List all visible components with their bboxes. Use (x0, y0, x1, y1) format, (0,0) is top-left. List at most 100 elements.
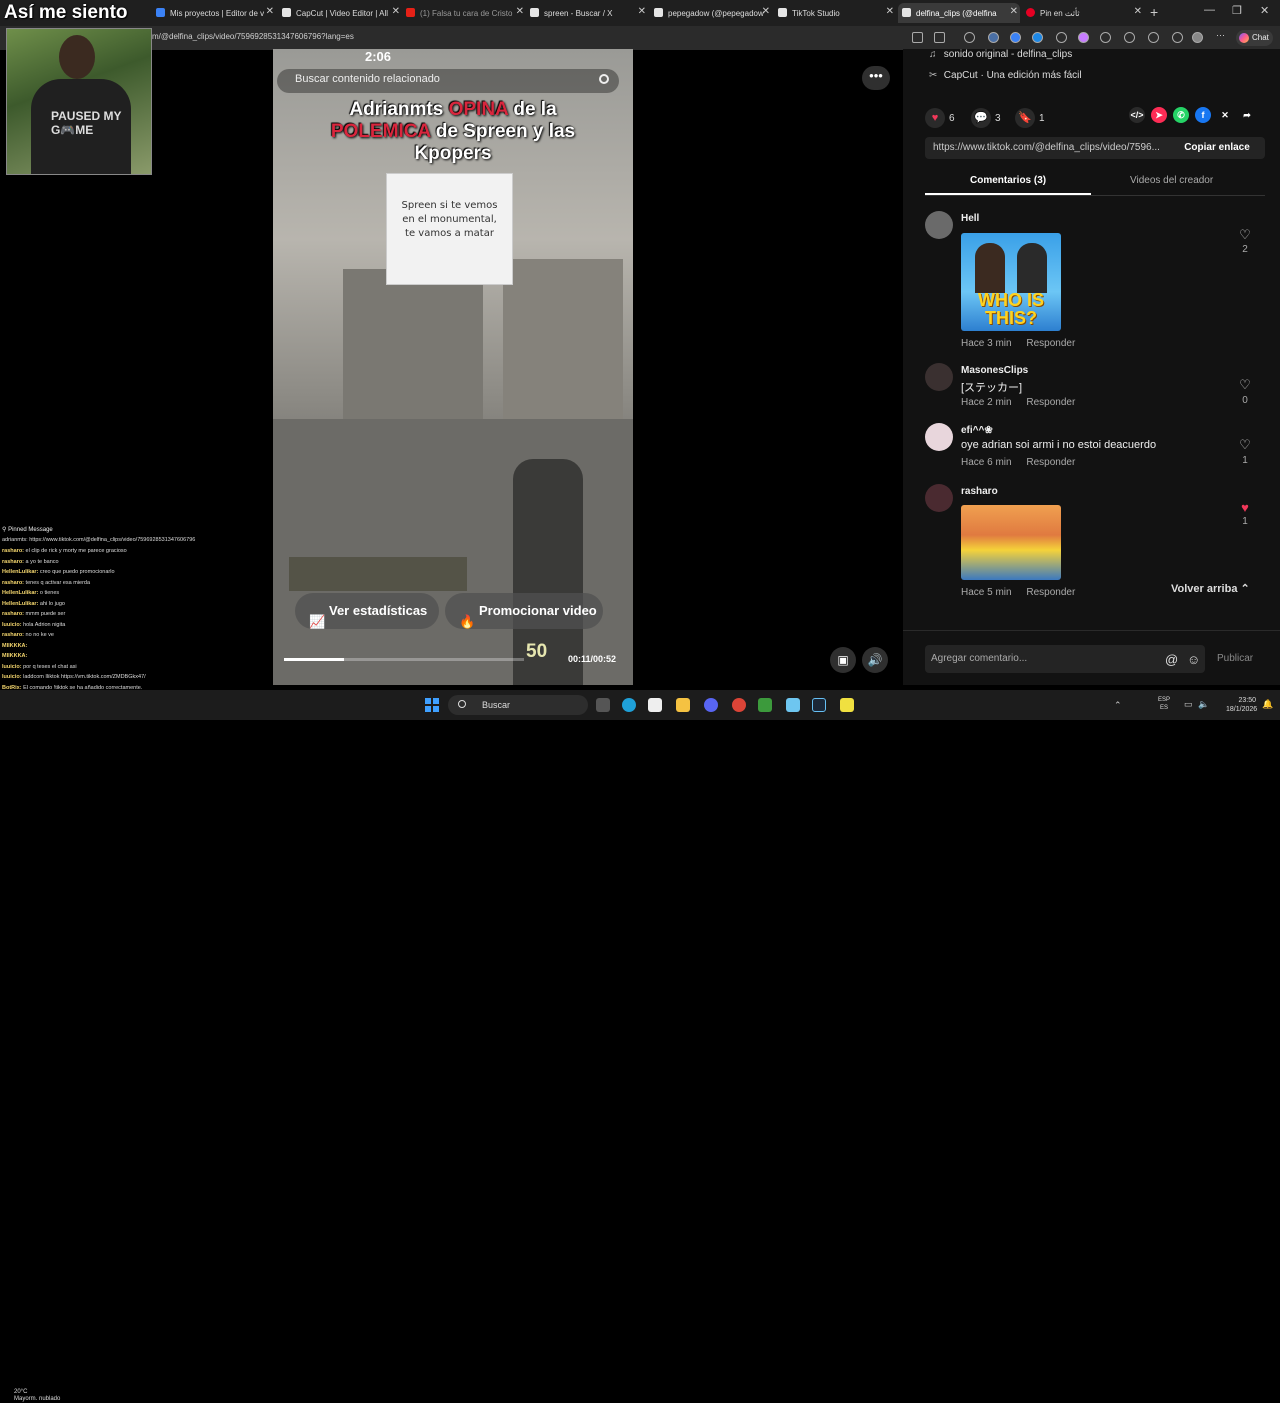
network-icon[interactable]: ▭ (1184, 699, 1193, 710)
back-to-top-button[interactable]: Volver arriba ⌃ (1171, 582, 1250, 595)
file-explorer-icon[interactable] (676, 698, 690, 712)
chat-username[interactable]: rasharo: (2, 548, 24, 554)
comment-sticker-image[interactable] (961, 505, 1061, 580)
app-icon[interactable] (840, 698, 854, 712)
publish-button[interactable]: Publicar (1217, 653, 1253, 664)
favorites-icon[interactable] (1148, 32, 1159, 43)
close-icon[interactable]: ✕ (516, 6, 524, 17)
avatar[interactable] (925, 423, 953, 451)
tab-tiktok-studio[interactable]: TikTok Studio ✕ (774, 3, 896, 23)
search-icon[interactable] (599, 74, 609, 84)
reply-button[interactable]: Responder (1026, 397, 1075, 408)
discord-icon[interactable] (704, 698, 718, 712)
tab-mis-proyectos[interactable]: Mis proyectos | Editor de v ✕ (152, 3, 276, 23)
chat-username[interactable]: HellenLulikar: (2, 601, 38, 607)
share-arrow-icon[interactable]: ➦ (1239, 107, 1255, 123)
close-icon[interactable]: ✕ (638, 6, 646, 17)
tab-capcut[interactable]: CapCut | Video Editor | All ✕ (278, 3, 402, 23)
video-progress-bar[interactable] (284, 658, 524, 661)
like-action[interactable]: ♥ 6 (925, 108, 955, 128)
tab-comments[interactable]: Comentarios (3) (970, 175, 1046, 186)
translate-icon[interactable] (912, 32, 923, 43)
notepad-icon[interactable] (786, 698, 800, 712)
chat-username[interactable]: rasharo: (2, 559, 24, 565)
reply-button[interactable]: Responder (1026, 338, 1075, 349)
comment-sticker-image[interactable]: WHO IS THIS? (961, 233, 1061, 331)
close-icon[interactable]: ✕ (392, 6, 400, 17)
more-options-button[interactable]: ••• (862, 66, 890, 90)
profile-avatar-icon[interactable] (1192, 32, 1203, 43)
chat-username[interactable]: HellenLulikar: (2, 590, 38, 596)
chrome-icon[interactable] (732, 698, 746, 712)
promote-video-button[interactable]: 🔥 Promocionar video (445, 593, 603, 629)
save-action[interactable]: 🔖 1 (1015, 108, 1045, 128)
share-icon[interactable] (934, 32, 945, 43)
chat-username[interactable]: rasharo: (2, 632, 24, 638)
task-view-icon[interactable] (596, 698, 610, 712)
video-link[interactable]: https://www.tiktok.com/@delfina_clips/vi… (933, 142, 1169, 153)
whatsapp-icon[interactable]: ✆ (1173, 107, 1189, 123)
comment-username[interactable]: Hell (961, 213, 979, 224)
tab-pepegadow[interactable]: pepegadow (@pepegadow ✕ (650, 3, 772, 23)
extension-icon[interactable] (1032, 32, 1043, 43)
tab-x-search[interactable]: spreen - Buscar / X ✕ (526, 3, 648, 23)
taskbar-clock[interactable]: 23:50 18/1/2026 (1226, 696, 1257, 714)
chat-username[interactable]: MIIKKKA: (2, 643, 27, 649)
chevron-up-icon[interactable]: ⌃ (1114, 700, 1124, 710)
maximize-button[interactable]: ❐ (1232, 4, 1242, 17)
menu-dots-icon[interactable]: ⋯ (1216, 30, 1227, 41)
taskbar-search-box[interactable]: Buscar (448, 695, 588, 715)
extension-icon[interactable] (1100, 32, 1111, 43)
pip-button[interactable]: ▣ (830, 647, 856, 673)
copilot-chat-button[interactable]: Chat (1236, 30, 1273, 46)
store-icon[interactable] (648, 698, 662, 712)
chat-username[interactable]: luuicio: (2, 622, 22, 628)
minimize-button[interactable]: — (1204, 4, 1215, 16)
sound-info[interactable]: ♫ sonido original - delfina_clips (929, 49, 1072, 60)
chat-username[interactable]: luuicio: (2, 664, 22, 670)
comment-liked-icon[interactable]: ♥ (1237, 500, 1253, 515)
close-icon[interactable]: ✕ (886, 6, 894, 17)
extension-icon[interactable] (1010, 32, 1021, 43)
avatar[interactable] (925, 211, 953, 239)
reply-button[interactable]: Responder (1026, 457, 1075, 468)
send-icon[interactable]: ➤ (1151, 107, 1167, 123)
copy-link-button[interactable]: Copiar enlace (1173, 137, 1261, 159)
close-icon[interactable]: ✕ (266, 6, 274, 17)
volume-button[interactable]: 🔊 (862, 647, 888, 673)
x-icon[interactable]: ✕ (1217, 107, 1233, 123)
windows-start-icon[interactable] (425, 698, 439, 712)
capcut-info[interactable]: ✂ CapCut · Una edición más fácil (929, 70, 1082, 81)
comment-username[interactable]: efi^^❀ (961, 425, 993, 436)
emoji-icon[interactable]: ☺ (1187, 652, 1200, 667)
edge-icon[interactable] (622, 698, 636, 712)
extension-icon[interactable] (988, 32, 999, 43)
tab-pinterest[interactable]: Pin en ثأثث ✕ (1022, 3, 1144, 23)
comment-like-icon[interactable]: ♡ (1237, 437, 1253, 453)
facebook-icon[interactable]: f (1195, 107, 1211, 123)
reply-button[interactable]: Responder (1026, 587, 1075, 598)
chat-username[interactable]: MIIKKKA: (2, 653, 27, 659)
new-tab-button[interactable]: + (1150, 4, 1158, 20)
chat-username[interactable]: HellenLulikar: (2, 569, 38, 575)
add-comment-input[interactable]: Agregar comentario... (925, 645, 1205, 673)
steam-icon[interactable] (812, 698, 826, 712)
comment-action[interactable]: 💬 3 (971, 108, 1001, 128)
speaker-icon[interactable]: 🔈 (1198, 699, 1209, 710)
avatar[interactable] (925, 484, 953, 512)
puzzle-icon[interactable] (1124, 32, 1135, 43)
notification-icon[interactable]: 🔔 (1262, 699, 1273, 710)
close-icon[interactable]: ✕ (1010, 6, 1018, 17)
close-icon[interactable]: ✕ (1134, 6, 1142, 17)
comment-like-icon[interactable]: ♡ (1237, 377, 1253, 393)
url-input[interactable]: m/@delfina_clips/video/75969285313476067… (152, 32, 354, 41)
tab-youtube[interactable]: (1) Falsa tu cara de Cristo ✕ (402, 3, 526, 23)
close-window-button[interactable]: ✕ (1260, 4, 1269, 17)
avatar[interactable] (925, 363, 953, 391)
tab-delfina-clips[interactable]: delfina_clips (@delfina ✕ (898, 3, 1020, 23)
chat-username[interactable]: rasharo: (2, 611, 24, 617)
language-indicator[interactable]: ESP ES (1158, 696, 1170, 712)
extension-icon[interactable] (1056, 32, 1067, 43)
chat-username[interactable]: rasharo: (2, 580, 24, 586)
video-player[interactable]: 2:06 Buscar contenido relacionado Adrian… (273, 49, 633, 685)
